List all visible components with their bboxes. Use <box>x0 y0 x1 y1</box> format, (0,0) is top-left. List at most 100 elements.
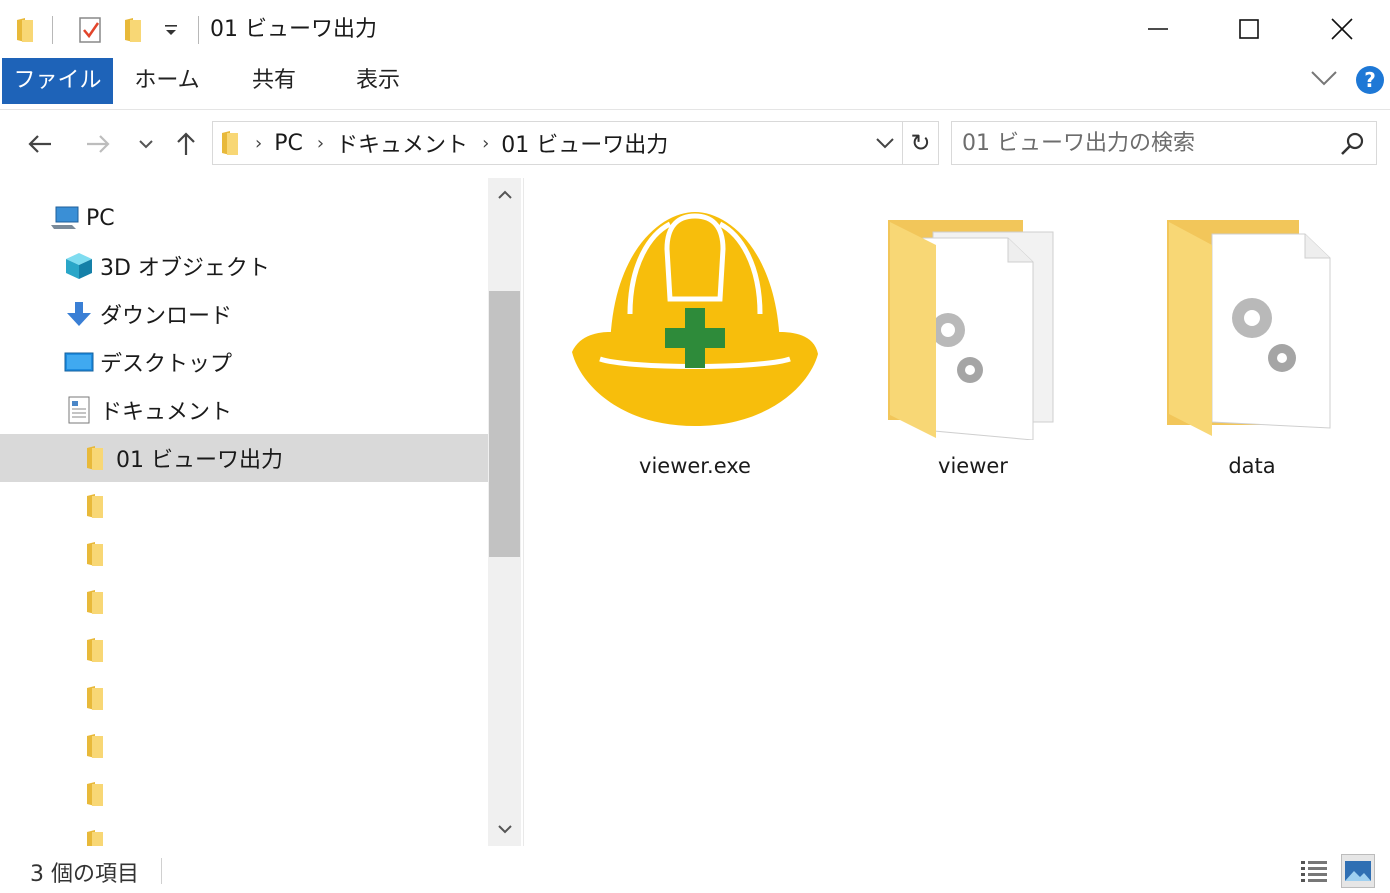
close-icon <box>1331 18 1353 40</box>
folder-icon <box>80 539 110 569</box>
nav-item-label: 3D オブジェクト <box>100 256 270 281</box>
toolbar-separator <box>198 16 199 44</box>
back-button[interactable] <box>20 124 60 164</box>
address-history-dropdown[interactable] <box>868 122 902 164</box>
title-bar: 01 ビューワ出力 <box>0 0 1390 58</box>
folder-icon <box>80 635 110 665</box>
customize-toolbar-dropdown-icon[interactable] <box>162 14 180 46</box>
chevron-right-icon: › <box>255 132 263 154</box>
large-icons-view-icon <box>1345 861 1371 881</box>
tab-file[interactable]: ファイル <box>2 58 113 104</box>
folder-icon <box>80 731 110 761</box>
expand-ribbon-button[interactable] <box>1310 69 1338 91</box>
desktop-icon <box>64 347 94 377</box>
new-folder-icon[interactable] <box>122 14 144 46</box>
nav-subfolder[interactable] <box>0 722 488 770</box>
search-icon[interactable] <box>1338 130 1366 158</box>
nav-item-desktop[interactable]: デスクトップ <box>0 338 488 386</box>
maximize-button[interactable] <box>1203 0 1295 58</box>
nav-pane-scrollbar[interactable] <box>488 178 521 846</box>
nav-subfolder[interactable] <box>0 818 488 846</box>
chevron-up-icon <box>497 190 512 199</box>
breadcrumb-pc[interactable]: PC <box>274 131 303 156</box>
chevron-right-icon: › <box>316 132 325 154</box>
tab-share[interactable]: 共有 <box>236 58 312 104</box>
folder-icon <box>222 131 238 155</box>
address-bar[interactable]: › PC › ドキュメント › 01 ビューワ出力 ↻ <box>212 121 939 165</box>
nav-item-label: ドキュメント <box>100 400 233 425</box>
help-button[interactable]: ? <box>1356 66 1384 94</box>
arrow-right-icon <box>87 135 110 153</box>
arrow-left-icon <box>28 135 51 153</box>
chevron-down-icon <box>876 138 894 149</box>
nav-item-label: デスクトップ <box>100 352 233 377</box>
nav-subfolder[interactable] <box>0 770 488 818</box>
ribbon: ファイル ホーム 共有 表示 ? <box>0 58 1390 110</box>
scroll-thumb[interactable] <box>489 291 520 557</box>
scroll-down-button[interactable] <box>488 812 521 846</box>
nav-subfolder[interactable] <box>0 482 488 530</box>
refresh-icon: ↻ <box>910 129 931 157</box>
download-icon <box>64 299 94 329</box>
item-count: 3 個の項目 <box>30 862 139 887</box>
minimize-button[interactable] <box>1112 0 1204 58</box>
navigation-pane: PC 3D オブジェクト ダウンロード デスクトップ ドキュメント 01 ビュー… <box>0 178 488 846</box>
search-box[interactable] <box>951 121 1377 165</box>
nav-item-label: PC <box>86 205 115 231</box>
forward-button[interactable] <box>78 124 118 164</box>
breadcrumb: › PC › ドキュメント › 01 ビューワ出力 <box>219 122 668 164</box>
nav-subfolder[interactable] <box>0 578 488 626</box>
details-view-button[interactable] <box>1297 854 1331 888</box>
details-view-icon <box>1301 861 1327 882</box>
folder-icon <box>80 443 110 473</box>
toolbar-separator <box>52 16 53 44</box>
nav-item-pc[interactable]: PC <box>0 194 488 242</box>
settings-folder-icon <box>888 220 1054 440</box>
documents-icon <box>64 395 94 425</box>
file-name: viewer <box>938 454 1008 478</box>
tab-home[interactable]: ホーム <box>128 58 206 104</box>
hardhat-app-icon <box>572 212 818 426</box>
nav-item-label: ダウンロード <box>100 304 233 329</box>
chevron-down-icon <box>139 140 153 149</box>
tab-view[interactable]: 表示 <box>340 58 416 104</box>
arrow-up-icon <box>177 132 195 155</box>
file-item-viewer-exe[interactable]: viewer.exe <box>570 200 820 500</box>
nav-subfolder[interactable] <box>0 674 488 722</box>
nav-subfolder[interactable] <box>0 530 488 578</box>
folder-icon <box>80 779 110 809</box>
close-button[interactable] <box>1296 0 1388 58</box>
up-button[interactable] <box>166 124 206 164</box>
chevron-down-icon <box>497 825 512 834</box>
refresh-button[interactable]: ↻ <box>902 122 938 164</box>
large-icons-view-button[interactable] <box>1341 854 1375 888</box>
folder-icon <box>80 587 110 617</box>
search-input[interactable] <box>962 128 1322 158</box>
breadcrumb-documents[interactable]: ドキュメント <box>336 127 468 159</box>
nav-item-3d-objects[interactable]: 3D オブジェクト <box>0 242 488 290</box>
maximize-icon <box>1239 19 1259 39</box>
nav-subfolder[interactable] <box>0 626 488 674</box>
status-separator <box>161 858 162 884</box>
chevron-down-icon <box>1311 71 1337 86</box>
file-item-data-folder[interactable]: data <box>1127 200 1377 500</box>
recent-locations-button[interactable] <box>128 124 164 164</box>
nav-item-label: 01 ビューワ出力 <box>116 448 283 473</box>
folder-icon <box>80 827 110 846</box>
file-name: data <box>1228 454 1276 478</box>
nav-item-downloads[interactable]: ダウンロード <box>0 290 488 338</box>
file-item-viewer-folder[interactable]: viewer <box>848 200 1098 500</box>
settings-folder-icon <box>1167 220 1331 436</box>
chevron-right-icon: › <box>482 132 490 154</box>
pane-divider[interactable] <box>523 178 524 846</box>
nav-item-current-folder[interactable]: 01 ビューワ出力 <box>0 434 488 482</box>
pc-icon <box>50 203 80 233</box>
scroll-up-button[interactable] <box>488 178 521 212</box>
3d-objects-icon <box>64 251 94 281</box>
nav-item-documents[interactable]: ドキュメント <box>0 386 488 434</box>
folder-icon <box>80 683 110 713</box>
properties-icon[interactable] <box>78 14 104 46</box>
breadcrumb-current-folder[interactable]: 01 ビューワ出力 <box>501 127 668 159</box>
window-title: 01 ビューワ出力 <box>210 17 377 42</box>
status-bar: 3 個の項目 <box>0 850 1390 893</box>
